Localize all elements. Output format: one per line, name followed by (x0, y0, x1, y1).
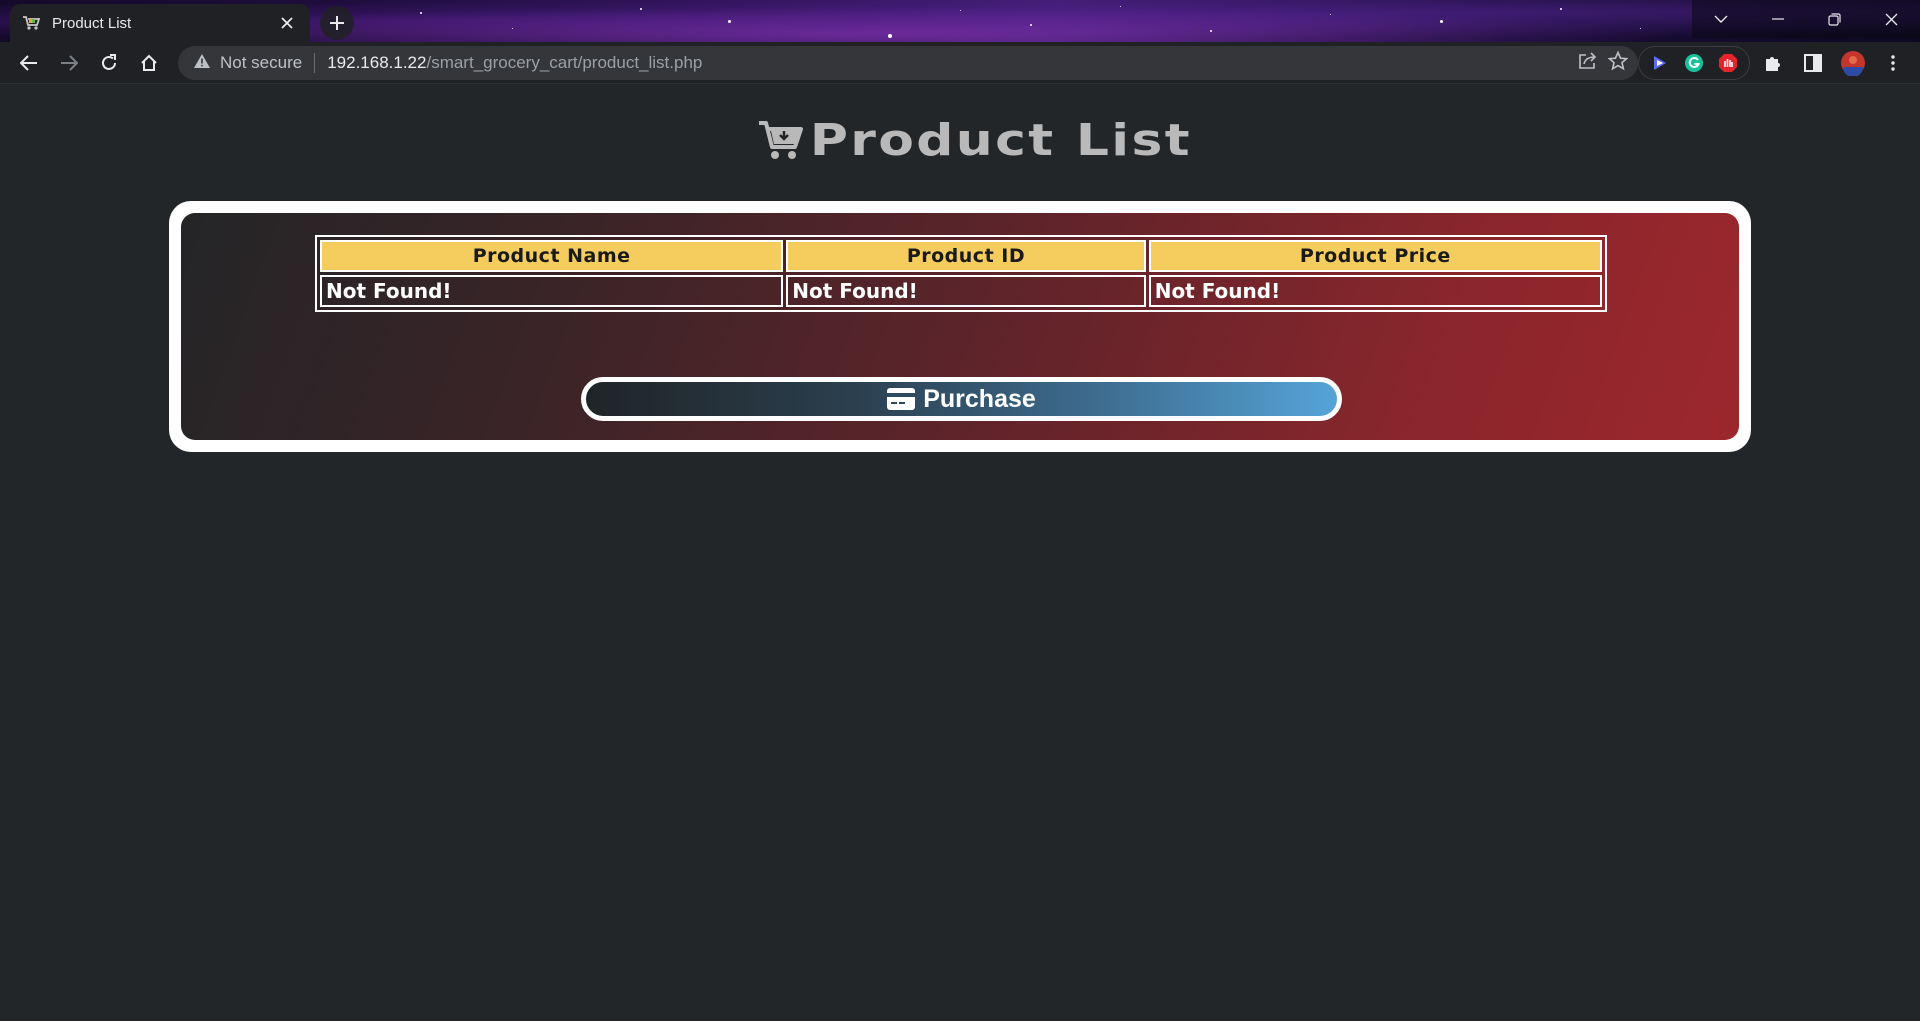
url-host: 192.168.1.22 (327, 53, 427, 72)
new-tab-button[interactable] (320, 6, 354, 40)
warning-icon[interactable] (194, 53, 210, 73)
forward-icon[interactable] (50, 46, 88, 80)
adblock-icon[interactable] (1711, 46, 1745, 80)
tab-bar: Product List (0, 0, 1920, 42)
shopping-cart-icon (759, 121, 804, 159)
close-tab-icon[interactable] (276, 12, 298, 34)
url-path: /smart_grocery_cart/product_list.php (426, 53, 703, 72)
back-icon[interactable] (10, 46, 48, 80)
extension-group (1638, 46, 1750, 80)
credit-card-icon (887, 388, 916, 410)
bookmark-star-icon[interactable] (1607, 50, 1629, 76)
reload-icon[interactable] (90, 46, 128, 80)
cell-product-id: Not Found! (786, 275, 1146, 307)
address-separator (314, 53, 316, 73)
product-table: Product Name Product ID Product Price No… (315, 235, 1607, 312)
product-panel: Product Name Product ID Product Price No… (181, 213, 1739, 440)
cell-product-price: Not Found! (1148, 275, 1602, 307)
side-panel-icon[interactable] (1796, 46, 1830, 80)
grammarly-icon[interactable] (1677, 46, 1711, 80)
browser-toolbar: Not secure 192.168.1.22 /smart_grocery_c… (0, 42, 1920, 84)
page-header: Product List (0, 110, 1920, 170)
copilot-icon[interactable] (1643, 46, 1677, 80)
purchase-button[interactable]: Purchase (581, 377, 1342, 421)
profile-avatar[interactable] (1836, 46, 1870, 80)
extensions-area (1638, 46, 1910, 80)
header-product-name: Product Name (320, 240, 784, 272)
restore-icon[interactable] (1806, 0, 1863, 38)
share-icon[interactable] (1578, 51, 1598, 75)
cell-product-name: Not Found! (320, 275, 784, 307)
home-icon[interactable] (130, 46, 168, 80)
plus-icon (330, 16, 344, 30)
table-header-row: Product Name Product ID Product Price (320, 240, 1602, 272)
tab-title: Product List (52, 14, 132, 32)
product-panel-frame: Product Name Product ID Product Price No… (169, 201, 1751, 452)
browser-tab[interactable]: Product List (10, 4, 310, 42)
minimize-icon[interactable] (1749, 0, 1806, 38)
close-window-icon[interactable] (1863, 0, 1920, 38)
page-title: Product List (809, 114, 1193, 166)
puzzle-icon[interactable] (1756, 46, 1790, 80)
cart-favicon-icon (22, 14, 40, 32)
tab-search-icon[interactable] (1692, 0, 1749, 38)
table-row: Not Found! Not Found! Not Found! (320, 275, 1602, 307)
security-label[interactable]: Not secure (220, 53, 302, 73)
header-product-id: Product ID (786, 240, 1146, 272)
address-bar[interactable]: Not secure 192.168.1.22 /smart_grocery_c… (178, 46, 1638, 80)
menu-kebab-icon[interactable] (1876, 46, 1910, 80)
header-product-price: Product Price (1148, 240, 1602, 272)
window-controls (1692, 0, 1920, 38)
purchase-label: Purchase (923, 384, 1036, 413)
